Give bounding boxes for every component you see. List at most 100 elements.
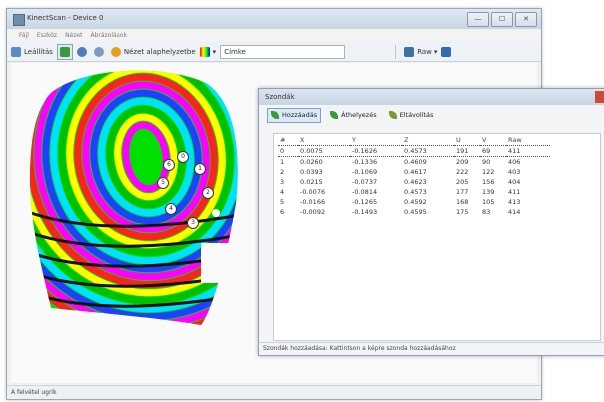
table-cell: 0.4609 bbox=[404, 158, 427, 166]
col-header[interactable]: Z bbox=[402, 134, 454, 146]
table-cell: 209 bbox=[456, 158, 469, 166]
tab-remove-label: Eltávolítás bbox=[399, 111, 434, 119]
table-cell: 105 bbox=[482, 198, 495, 206]
camera-icon bbox=[76, 47, 87, 57]
menu-file[interactable]: Fájl bbox=[19, 30, 29, 42]
color-map-button[interactable]: ▾ bbox=[199, 47, 216, 57]
stop-label: Leállítás bbox=[24, 48, 53, 56]
dialog-close-button[interactable] bbox=[595, 91, 604, 103]
refresh-button[interactable] bbox=[93, 47, 107, 57]
col-header[interactable]: U bbox=[454, 134, 480, 146]
table-cell: 69 bbox=[480, 145, 506, 157]
menu-bar: Fájl Eszköz Nézet Ábrázolások bbox=[7, 30, 541, 42]
probe-marker[interactable]: 5 bbox=[157, 177, 169, 189]
table-cell: 4 bbox=[280, 188, 285, 196]
menu-plots[interactable]: Ábrázolások bbox=[90, 30, 127, 42]
table-cell: 0.4573 bbox=[404, 188, 427, 196]
table-cell: 0.0393 bbox=[300, 168, 323, 176]
leaf-icon bbox=[271, 111, 279, 119]
col-header[interactable]: # bbox=[278, 134, 298, 146]
table-cell: 222 bbox=[456, 168, 469, 176]
table-cell: 191 bbox=[454, 145, 480, 157]
toolbar: Leállítás Nézet alaphelyzetbe ▾ Címke Ra… bbox=[7, 43, 541, 62]
table-cell: -0.1336 bbox=[352, 158, 378, 166]
table-cell: -0.1493 bbox=[352, 208, 378, 216]
menu-view[interactable]: Nézet bbox=[65, 30, 82, 42]
label-combo[interactable]: Címke bbox=[220, 45, 346, 59]
table-row[interactable]: 0 0.0075 -0.1626 0.4573 191 69 411 bbox=[278, 145, 550, 157]
col-header[interactable]: V bbox=[480, 134, 506, 146]
table-cell: 205 bbox=[456, 178, 469, 186]
title-bar: KinectScan - Device 0 — ☐ ✕ bbox=[7, 9, 541, 29]
chart-button[interactable] bbox=[441, 47, 454, 57]
dialog-title: Szondák bbox=[265, 93, 295, 101]
tab-add[interactable]: Hozzáadás bbox=[267, 107, 322, 123]
probe-marker[interactable]: 2 bbox=[202, 187, 214, 199]
table-cell: 177 bbox=[456, 188, 469, 196]
probe-marker[interactable]: 0 bbox=[177, 151, 189, 163]
tab-remove[interactable]: Eltávolítás bbox=[386, 109, 437, 122]
table-cell: 90 bbox=[482, 158, 491, 166]
table-cell: 413 bbox=[508, 198, 521, 206]
table-cell: 0.4617 bbox=[404, 168, 427, 176]
table-cell: 175 bbox=[456, 208, 469, 216]
menu-device[interactable]: Eszköz bbox=[37, 30, 57, 42]
tab-add-label: Hozzáadás bbox=[282, 111, 318, 119]
table-row[interactable]: 2 0.0393 -0.1069 0.4617 222 122 403 bbox=[278, 167, 550, 177]
col-header[interactable]: Raw bbox=[506, 134, 550, 146]
table-row[interactable]: 3 0.0215 -0.0737 0.4623 205 156 404 bbox=[278, 177, 550, 187]
leaf-icon bbox=[330, 111, 339, 119]
stop-button[interactable]: Leállítás bbox=[11, 47, 53, 57]
probe-marker[interactable]: 1 bbox=[194, 163, 206, 175]
table-cell: 0 bbox=[278, 145, 298, 157]
table-cell: -0.0737 bbox=[352, 178, 378, 186]
maximize-button[interactable]: ☐ bbox=[491, 12, 513, 27]
table-cell: 168 bbox=[456, 198, 469, 206]
raw-label: Raw bbox=[417, 48, 432, 56]
probe-table: # X Y Z U V Raw 0 0.0075 -0.1626 0.4573 191 6… bbox=[273, 133, 601, 341]
dialog-toolbar: Hozzáadás Áthelyezés Eltávolítás bbox=[259, 107, 604, 123]
toolbar-separator bbox=[395, 45, 397, 59]
table-cell: 0.0075 bbox=[298, 145, 350, 157]
table-cell: 156 bbox=[482, 178, 495, 186]
palette-icon bbox=[199, 47, 210, 57]
close-button[interactable]: ✕ bbox=[515, 12, 537, 27]
refresh-icon bbox=[93, 47, 104, 57]
table-cell: 3 bbox=[280, 178, 285, 186]
minimize-button[interactable]: — bbox=[467, 12, 489, 27]
table-cell: 404 bbox=[508, 178, 521, 186]
col-header[interactable]: X bbox=[298, 134, 350, 146]
raw-dropdown[interactable]: Raw ▾ bbox=[404, 47, 437, 57]
table-cell: -0.0814 bbox=[352, 188, 378, 196]
table-cell: 0.0260 bbox=[300, 158, 323, 166]
table-cell: 0.4573 bbox=[402, 145, 454, 157]
camera-button[interactable] bbox=[76, 47, 90, 57]
status-bar: A felvétel ugrik bbox=[7, 385, 541, 399]
table-row[interactable]: 5 -0.0166 -0.1265 0.4592 168 105 413 bbox=[278, 197, 550, 207]
reset-view-button[interactable]: Nézet alaphelyzetbe bbox=[110, 47, 196, 57]
table-cell: -0.1069 bbox=[352, 168, 378, 176]
probe-marker[interactable]: 3 bbox=[187, 217, 199, 229]
table-cell: 411 bbox=[506, 145, 550, 157]
table-cell: 1 bbox=[280, 158, 285, 166]
table-cell: 406 bbox=[508, 158, 521, 166]
chevron-down-icon: ▾ bbox=[433, 48, 438, 56]
table-cell: 2 bbox=[280, 168, 285, 176]
dialog-status: Szondák hozzáadása: Kattintson a képre s… bbox=[259, 342, 604, 355]
table-row[interactable]: 6 -0.0092 -0.1493 0.4595 175 83 414 bbox=[278, 207, 550, 217]
leaf-icon bbox=[388, 111, 397, 119]
probes-dialog: Szondák Hozzáadás Áthelyezés Eltávolítás… bbox=[258, 88, 604, 356]
tab-move[interactable]: Áthelyezés bbox=[327, 109, 379, 122]
table-cell: 83 bbox=[482, 208, 491, 216]
table-cell: -0.0076 bbox=[300, 188, 326, 196]
table-header: # X Y Z U V Raw bbox=[278, 134, 550, 146]
stop-icon bbox=[11, 47, 21, 57]
table-cell: -0.1265 bbox=[352, 198, 378, 206]
table-row[interactable]: 1 0.0260 -0.1336 0.4609 209 90 406 bbox=[278, 157, 550, 168]
probe-tool-button[interactable] bbox=[56, 44, 73, 60]
window-title: KinectScan - Device 0 bbox=[27, 14, 104, 22]
table-row[interactable]: 4 -0.0076 -0.0814 0.4573 177 139 411 bbox=[278, 187, 550, 197]
col-header[interactable]: Y bbox=[350, 134, 402, 146]
probe-marker[interactable]: 4 bbox=[165, 203, 177, 215]
probe-marker[interactable]: 6 bbox=[163, 159, 175, 171]
